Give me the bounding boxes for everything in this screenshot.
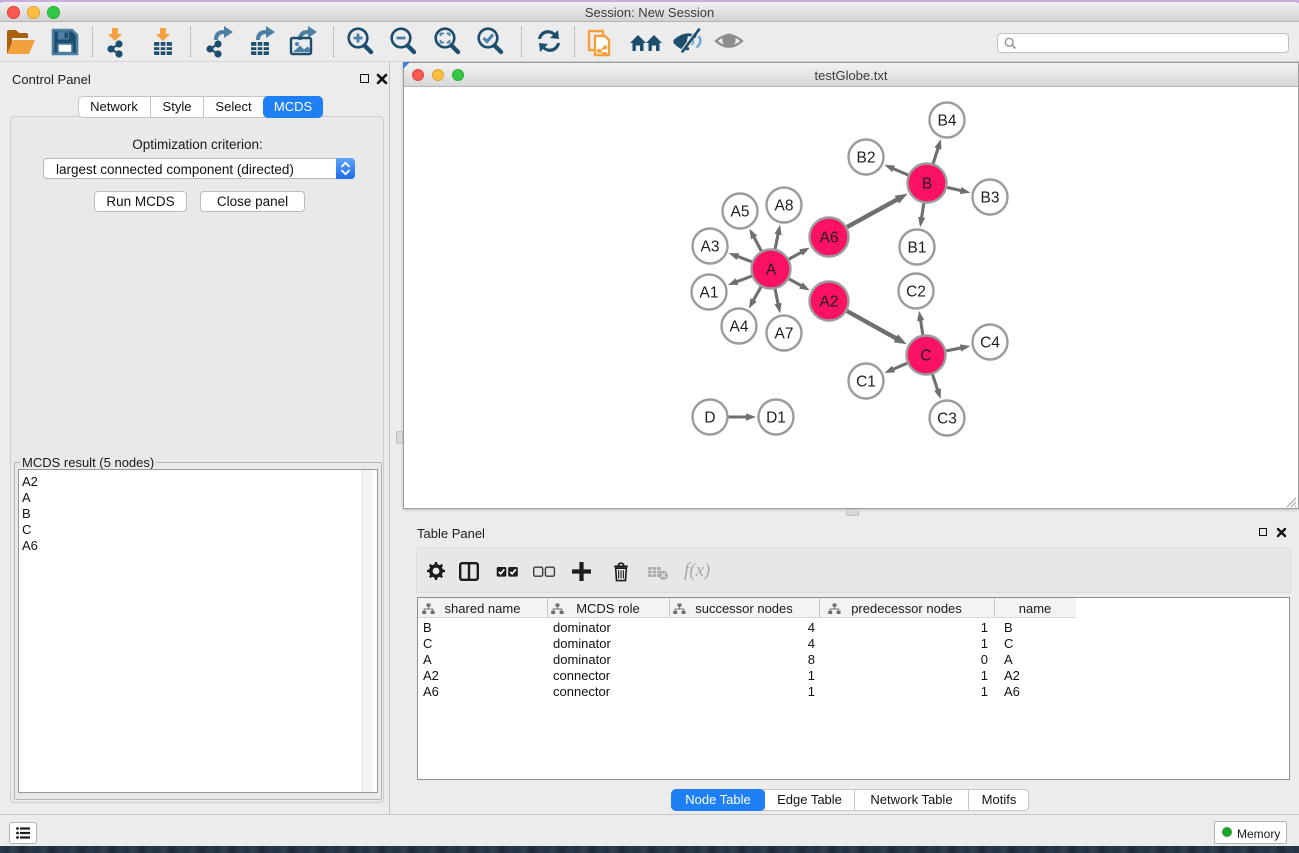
svg-text:A1: A1 bbox=[700, 284, 719, 301]
svg-text:D1: D1 bbox=[766, 409, 786, 426]
svg-text:B3: B3 bbox=[981, 189, 1000, 206]
svg-text:B4: B4 bbox=[938, 112, 957, 129]
svg-text:C2: C2 bbox=[906, 283, 926, 300]
svg-text:C3: C3 bbox=[937, 410, 957, 427]
svg-text:A: A bbox=[766, 261, 777, 278]
svg-text:B: B bbox=[922, 175, 932, 192]
svg-text:B2: B2 bbox=[857, 149, 876, 166]
svg-text:A5: A5 bbox=[731, 203, 750, 220]
svg-text:C: C bbox=[920, 347, 931, 364]
svg-text:D: D bbox=[704, 409, 715, 426]
svg-text:A6: A6 bbox=[820, 229, 839, 246]
svg-text:B1: B1 bbox=[908, 239, 927, 256]
svg-text:C4: C4 bbox=[980, 334, 1000, 351]
svg-text:A3: A3 bbox=[701, 238, 720, 255]
svg-text:C1: C1 bbox=[856, 373, 876, 390]
svg-text:A2: A2 bbox=[820, 293, 839, 310]
svg-text:A4: A4 bbox=[730, 318, 749, 335]
svg-text:A7: A7 bbox=[775, 325, 794, 342]
svg-text:A8: A8 bbox=[775, 197, 794, 214]
